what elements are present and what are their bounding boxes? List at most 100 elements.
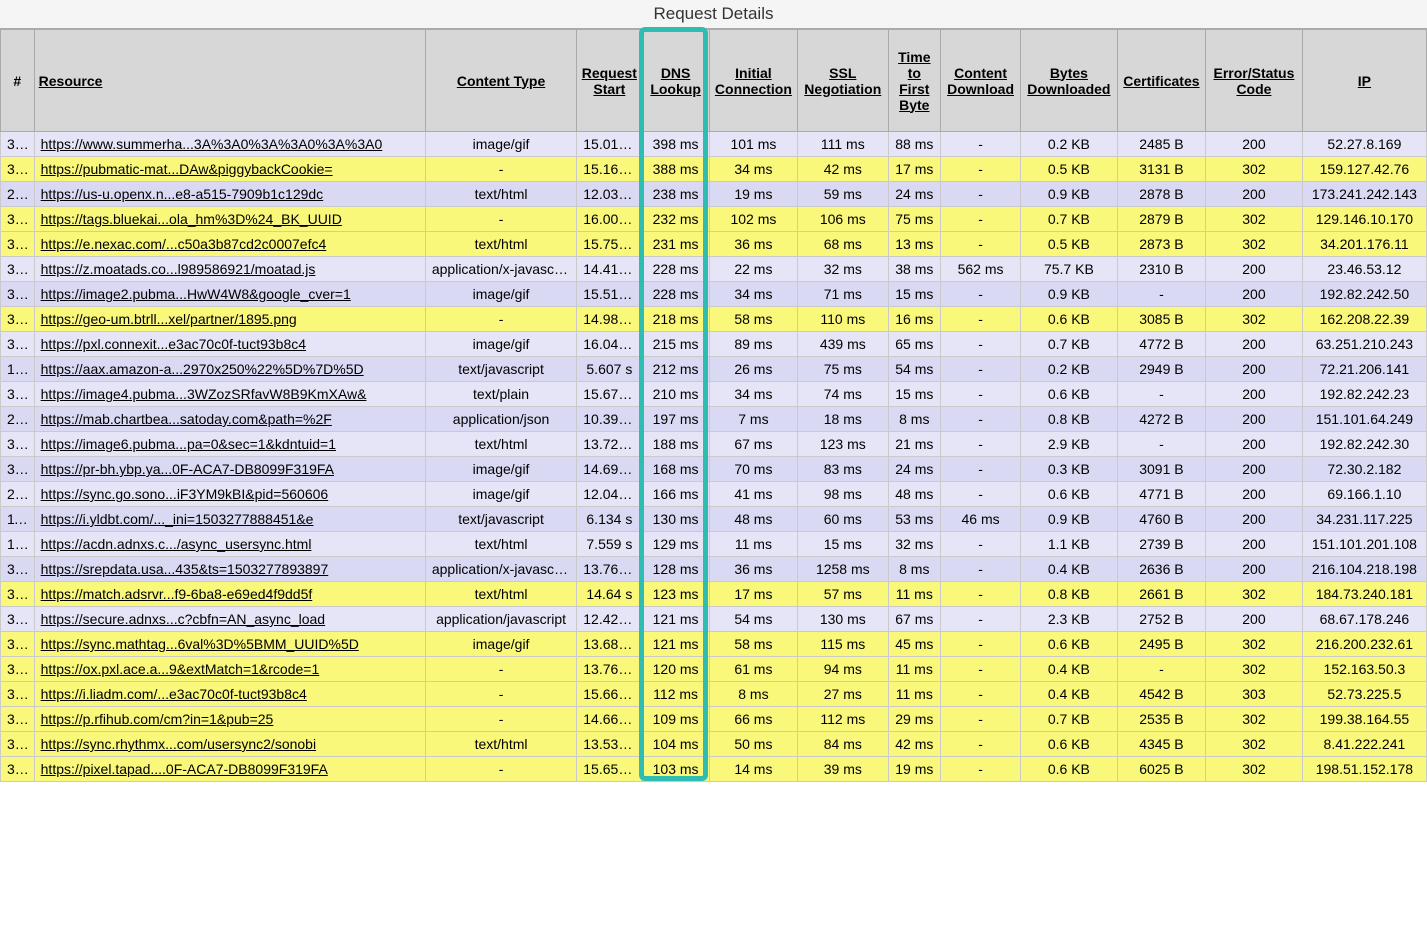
cell-dns-lookup: 210 ms: [642, 382, 709, 407]
cell-ssl-negotiation: 84 ms: [798, 732, 888, 757]
cell-request-start: 15.164 s: [577, 157, 642, 182]
cell-bytes-downloaded: 2.3 KB: [1021, 607, 1118, 632]
cell-initial-connection: 102 ms: [709, 207, 797, 232]
cell-content-type: text/html: [425, 582, 576, 607]
cell-resource-link[interactable]: https://ox.pxl.ace.a...9&extMatch=1&rcod…: [34, 657, 425, 682]
cell-request-start: 14.987 s: [577, 307, 642, 332]
cell-initial-connection: 36 ms: [709, 232, 797, 257]
col-header-initconn[interactable]: Initial Connection: [709, 30, 797, 132]
col-header-reqstart[interactable]: Request Start: [577, 30, 642, 132]
cell-certificates: 4771 B: [1117, 482, 1205, 507]
col-header-resource[interactable]: Resource: [34, 30, 425, 132]
cell-resource-link[interactable]: https://tags.bluekai...ola_hm%3D%24_BK_U…: [34, 207, 425, 232]
cell-content-download: -: [941, 382, 1021, 407]
cell-content-download: -: [941, 432, 1021, 457]
cell-status-code: 302: [1206, 632, 1303, 657]
cell-status-code: 200: [1206, 132, 1303, 157]
cell-request-start: 12.424 s: [577, 607, 642, 632]
cell-num: 105: [1, 357, 35, 382]
cell-certificates: -: [1117, 382, 1205, 407]
cell-resource-link[interactable]: https://z.moatads.co...l989586921/moatad…: [34, 257, 425, 282]
col-header-bytes[interactable]: Bytes Downloaded: [1021, 30, 1118, 132]
cell-ssl-negotiation: 59 ms: [798, 182, 888, 207]
cell-resource-link[interactable]: https://geo-um.btrll...xel/partner/1895.…: [34, 307, 425, 332]
cell-certificates: 2878 B: [1117, 182, 1205, 207]
col-header-ip[interactable]: IP: [1302, 30, 1426, 132]
col-header-contentdl[interactable]: Content Download: [941, 30, 1021, 132]
cell-content-download: -: [941, 157, 1021, 182]
cell-resource-link[interactable]: https://sync.go.sono...iF3YM9kBI&pid=560…: [34, 482, 425, 507]
cell-num: 353: [1, 307, 35, 332]
cell-ssl-negotiation: 130 ms: [798, 607, 888, 632]
table-row: 325https://ox.pxl.ace.a...9&extMatch=1&r…: [1, 657, 1427, 682]
cell-status-code: 302: [1206, 732, 1303, 757]
col-header-status[interactable]: Error/Status Code: [1206, 30, 1303, 132]
cell-ip: 8.41.222.241: [1302, 732, 1426, 757]
cell-content-download: -: [941, 132, 1021, 157]
page-title: Request Details: [0, 0, 1427, 29]
cell-num: 295: [1, 182, 35, 207]
cell-resource-link[interactable]: https://pixel.tapad....0F-ACA7-DB8099F31…: [34, 757, 425, 782]
cell-bytes-downloaded: 0.8 KB: [1021, 407, 1118, 432]
cell-initial-connection: 101 ms: [709, 132, 797, 157]
table-row: 376https://pixel.tapad....0F-ACA7-DB8099…: [1, 757, 1427, 782]
cell-resource-link[interactable]: https://sync.mathtag...6val%3D%5BMM_UUID…: [34, 632, 425, 657]
cell-resource-link[interactable]: https://srepdata.usa...435&ts=1503277893…: [34, 557, 425, 582]
cell-content-download: 46 ms: [941, 507, 1021, 532]
cell-resource-link[interactable]: https://i.liadm.com/...e3ac70c0f-tuct93b…: [34, 682, 425, 707]
cell-content-type: image/gif: [425, 132, 576, 157]
cell-dns-lookup: 129 ms: [642, 532, 709, 557]
cell-ip: 192.82.242.23: [1302, 382, 1426, 407]
col-header-ttfb[interactable]: Time to First Byte: [888, 30, 941, 132]
cell-resource-link[interactable]: https://image4.pubma...3WZozSRfavW8B9KmX…: [34, 382, 425, 407]
table-row: 296https://sync.go.sono...iF3YM9kBI&pid=…: [1, 482, 1427, 507]
cell-content-download: -: [941, 407, 1021, 432]
cell-resource-link[interactable]: https://secure.adnxs...c?cbfn=AN_async_l…: [34, 607, 425, 632]
cell-resource-link[interactable]: https://sync.rhythmx...com/usersync2/son…: [34, 732, 425, 757]
col-header-num[interactable]: #: [1, 30, 35, 132]
cell-status-code: 303: [1206, 682, 1303, 707]
cell-dns-lookup: 168 ms: [642, 457, 709, 482]
cell-request-start: 13.762 s: [577, 657, 642, 682]
cell-content-download: -: [941, 482, 1021, 507]
cell-ssl-negotiation: 27 ms: [798, 682, 888, 707]
cell-resource-link[interactable]: https://pubmatic-mat...DAw&piggybackCook…: [34, 157, 425, 182]
cell-resource-link[interactable]: https://aax.amazon-a...2970x250%22%5D%7D…: [34, 357, 425, 382]
cell-num: 128: [1, 532, 35, 557]
cell-resource-link[interactable]: https://us-u.openx.n...e8-a515-7909b1c12…: [34, 182, 425, 207]
cell-resource-link[interactable]: https://i.yldbt.com/..._ini=150327788845…: [34, 507, 425, 532]
cell-resource-link[interactable]: https://mab.chartbea...satoday.com&path=…: [34, 407, 425, 432]
cell-resource-link[interactable]: https://www.summerha...3A%3A0%3A%3A0%3A%…: [34, 132, 425, 157]
col-header-certs[interactable]: Certificates: [1117, 30, 1205, 132]
cell-content-type: text/plain: [425, 382, 576, 407]
col-header-ctype[interactable]: Content Type: [425, 30, 576, 132]
cell-certificates: 2752 B: [1117, 607, 1205, 632]
cell-resource-link[interactable]: https://pr-bh.ybp.ya...0F-ACA7-DB8099F31…: [34, 457, 425, 482]
cell-dns-lookup: 398 ms: [642, 132, 709, 157]
cell-num: 333: [1, 582, 35, 607]
cell-initial-connection: 50 ms: [709, 732, 797, 757]
cell-content-type: -: [425, 207, 576, 232]
cell-ssl-negotiation: 75 ms: [798, 357, 888, 382]
cell-content-type: application/json: [425, 407, 576, 432]
cell-resource-link[interactable]: https://image6.pubma...pa=0&sec=1&kdntui…: [34, 432, 425, 457]
cell-resource-link[interactable]: https://pxl.connexit...e3ac70c0f-tuct93b…: [34, 332, 425, 357]
col-header-dns[interactable]: DNS Lookup: [642, 30, 709, 132]
cell-num: 378: [1, 682, 35, 707]
cell-content-download: -: [941, 707, 1021, 732]
cell-resource-link[interactable]: https://match.adsrvr...f9-6ba8-e69ed4f9d…: [34, 582, 425, 607]
cell-request-start: 12.041 s: [577, 482, 642, 507]
cell-dns-lookup: 112 ms: [642, 682, 709, 707]
cell-content-download: -: [941, 457, 1021, 482]
cell-num: 296: [1, 482, 35, 507]
cell-resource-link[interactable]: https://p.rfihub.com/cm?in=1&pub=25: [34, 707, 425, 732]
table-row: 358https://pubmatic-mat...DAw&piggybackC…: [1, 157, 1427, 182]
cell-resource-link[interactable]: https://e.nexac.com/...c50a3b87cd2c0007e…: [34, 232, 425, 257]
cell-initial-connection: 36 ms: [709, 557, 797, 582]
cell-ssl-negotiation: 42 ms: [798, 157, 888, 182]
col-header-ssl[interactable]: SSL Negotiation: [798, 30, 888, 132]
table-row: 128https://acdn.adnxs.c.../async_usersyn…: [1, 532, 1427, 557]
cell-resource-link[interactable]: https://acdn.adnxs.c.../async_usersync.h…: [34, 532, 425, 557]
cell-resource-link[interactable]: https://image2.pubma...HwW4W8&google_cve…: [34, 282, 425, 307]
cell-request-start: 6.134 s: [577, 507, 642, 532]
